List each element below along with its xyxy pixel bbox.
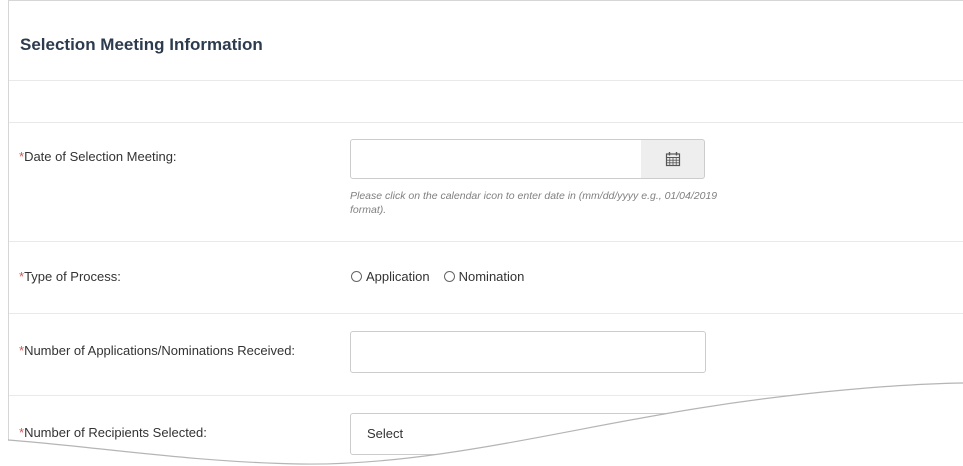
form-panel: Selection Meeting Information *Date of S… [8,0,963,466]
calendar-icon [665,152,680,167]
recipients-select[interactable]: Select [350,413,760,455]
recipients-label: *Number of Recipients Selected: [19,423,207,443]
radio-nomination[interactable]: Nomination [443,269,525,284]
process-label-text: Type of Process: [24,269,121,284]
radio-label: Application [366,269,430,284]
received-label: *Number of Applications/Nominations Rece… [19,341,319,361]
date-label-text: Date of Selection Meeting: [24,149,177,164]
date-field[interactable] [350,139,642,179]
received-label-text: Number of Applications/Nominations Recei… [24,343,296,358]
date-label: *Date of Selection Meeting: [19,147,177,167]
radio-label: Nomination [458,269,525,284]
radio-button[interactable] [443,271,455,282]
date-help-text: Please click on the calendar icon to ent… [350,190,718,216]
divider [9,80,963,81]
calendar-button[interactable] [641,139,705,179]
radio-application[interactable]: Application [351,269,430,284]
divider [9,313,963,314]
section-title: Selection Meeting Information [20,35,263,54]
process-radio-group: Application Nomination [351,269,538,284]
divider [9,241,963,242]
recipients-label-text: Number of Recipients Selected: [24,425,207,440]
process-label: *Type of Process: [19,267,121,287]
received-count-field[interactable] [350,331,706,373]
divider [9,395,963,396]
divider [9,122,963,123]
radio-button[interactable] [351,271,362,282]
